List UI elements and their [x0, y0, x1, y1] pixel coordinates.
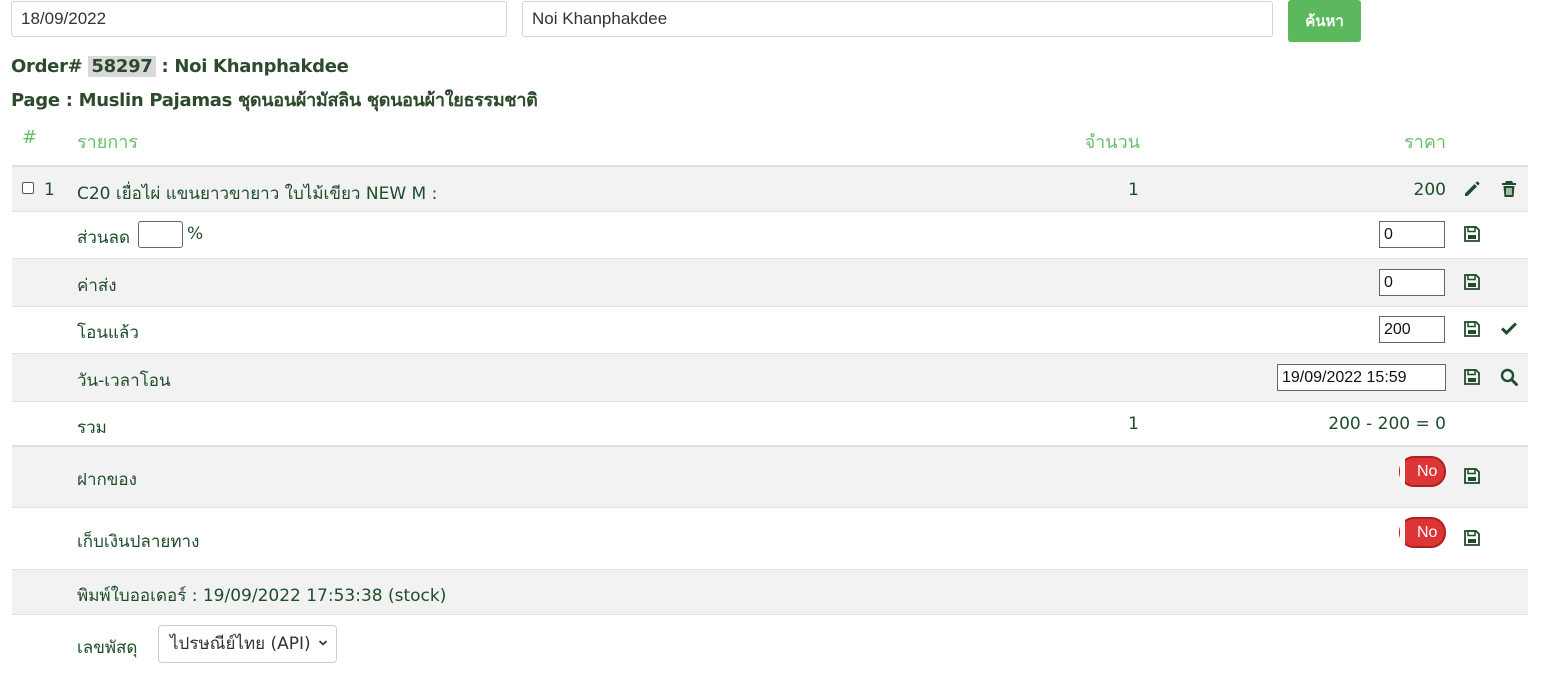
date-field[interactable] [11, 1, 507, 37]
total-row: รวม 1 200 - 200 = 0 [12, 402, 1528, 447]
header-index: # [22, 127, 38, 148]
discount-amount-input[interactable]: 0 [1379, 221, 1445, 248]
shipping-label: ค่าส่ง [77, 276, 117, 296]
print-info: พิมพ์ใบออเดอร์ : 19/09/2022 17:53:38 (st… [77, 586, 447, 606]
paid-input[interactable]: 200 [1379, 316, 1445, 343]
order-title: Order# 58297 : Noi Khanphakdee [11, 56, 349, 77]
save-icon[interactable] [1462, 466, 1482, 486]
deposit-label: ฝากของ [77, 470, 137, 490]
trash-icon[interactable] [1499, 179, 1519, 199]
cod-label: เก็บเงินปลายทาง [77, 532, 200, 552]
header-item: รายการ [77, 132, 138, 153]
deposit-toggle[interactable]: No [1399, 456, 1446, 487]
print-info-row: พิมพ์ใบออเดอร์ : 19/09/2022 17:53:38 (st… [12, 570, 1528, 615]
table-row: 1 C20 เยื่อไผ่ แขนยาวขายาว ใบไม้เขียว NE… [12, 167, 1528, 212]
discount-percent-input[interactable] [138, 221, 183, 248]
total-label: รวม [77, 418, 107, 438]
order-number: 58297 [88, 56, 156, 77]
cod-row: เก็บเงินปลายทาง No [12, 508, 1528, 570]
header-price: ราคา [1404, 132, 1446, 153]
save-icon[interactable] [1462, 367, 1482, 387]
tracking-label: เลขพัสดุ [77, 638, 138, 658]
tracking-select-value: ไปรษณีย์ไทย (API) [170, 634, 311, 654]
shipping-input[interactable]: 0 [1379, 269, 1445, 296]
order-prefix: Order# [11, 56, 83, 77]
item-price: 200 [1413, 180, 1446, 200]
shipping-row: ค่าส่ง 0 [12, 259, 1528, 307]
save-icon[interactable] [1462, 224, 1482, 244]
item-name: C20 เยื่อไผ่ แขนยาวขายาว ใบไม้เขียว NEW … [77, 184, 438, 204]
item-index: 1 [44, 180, 55, 200]
cod-toggle[interactable]: No [1399, 517, 1446, 548]
total-qty: 1 [1128, 414, 1139, 434]
order-separator: : [161, 56, 169, 77]
paid-row: โอนแล้ว 200 [12, 307, 1528, 354]
deposit-row: ฝากของ No [12, 447, 1528, 508]
save-icon[interactable] [1462, 272, 1482, 292]
search-button[interactable]: ค้นหา [1288, 0, 1361, 42]
discount-label: ส่วนลด [77, 228, 131, 248]
customer-name-field[interactable] [522, 1, 1273, 37]
order-customer: Noi Khanphakdee [174, 56, 349, 77]
tracking-select[interactable]: ไปรษณีย์ไทย (API) [158, 625, 337, 663]
transfer-time-label: วัน-เวลาโอน [77, 371, 171, 391]
pencil-icon[interactable] [1462, 179, 1482, 199]
page-title: Page : Muslin Pajamas ชุดนอนผ้ามัสลิน ชุ… [11, 90, 538, 111]
search-icon[interactable] [1499, 367, 1519, 387]
chevron-down-icon [318, 640, 328, 646]
percent-sign: % [187, 224, 204, 244]
discount-row: ส่วนลด % 0 [12, 212, 1528, 259]
header-qty: จำนวน [1084, 132, 1140, 153]
check-icon[interactable] [1499, 319, 1519, 339]
table-header: # รายการ จำนวน ราคา [12, 118, 1528, 167]
item-checkbox[interactable] [22, 182, 34, 194]
transfer-time-row: วัน-เวลาโอน 19/09/2022 15:59 [12, 354, 1528, 402]
total-calc: 200 - 200 = 0 [1328, 414, 1446, 434]
save-icon[interactable] [1462, 319, 1482, 339]
tracking-row: เลขพัสดุ ไปรษณีย์ไทย (API) [12, 615, 1528, 675]
paid-label: โอนแล้ว [77, 323, 139, 343]
save-icon[interactable] [1462, 528, 1482, 548]
transfer-time-input[interactable]: 19/09/2022 15:59 [1277, 364, 1446, 391]
item-qty: 1 [1128, 180, 1139, 200]
